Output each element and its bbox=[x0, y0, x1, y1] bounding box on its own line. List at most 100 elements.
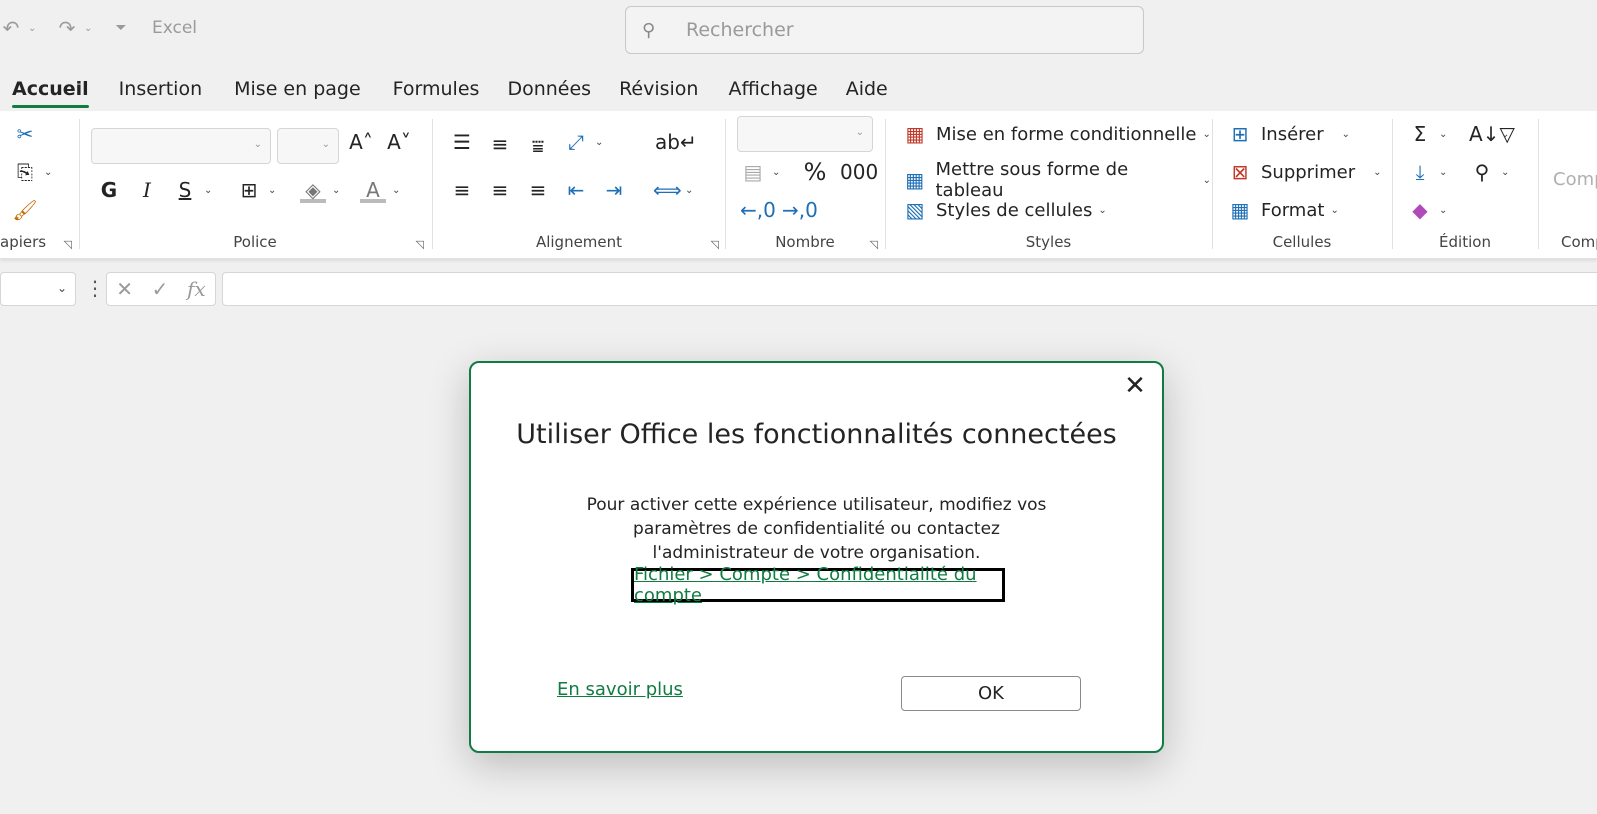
font-color-button[interactable]: A ⌄ bbox=[360, 177, 400, 203]
conditional-formatting-button[interactable]: ▦ Mise en forme conditionnelle ⌄ bbox=[902, 121, 1211, 147]
confirm-icon[interactable]: ✓ bbox=[152, 277, 169, 301]
align-right-icon: ≡ bbox=[529, 178, 547, 202]
align-top-button[interactable]: ☰ bbox=[449, 129, 475, 155]
align-middle-button[interactable]: ≡ bbox=[487, 131, 513, 157]
search-box[interactable]: ⚲ Rechercher bbox=[625, 6, 1144, 54]
privacy-settings-link[interactable]: Fichier > Compte > Confidentialité du co… bbox=[631, 564, 1005, 606]
dialog-launcher-icon[interactable]: ◹ bbox=[870, 238, 878, 251]
align-bottom-button[interactable]: ⩸ bbox=[525, 133, 551, 159]
close-icon[interactable]: ✕ bbox=[1120, 371, 1150, 401]
formula-input[interactable] bbox=[222, 272, 1597, 306]
insert-function-icon[interactable]: fx bbox=[187, 277, 206, 301]
format-as-table-button[interactable]: ▦ Mettre sous forme de tableau ⌄ bbox=[902, 159, 1211, 201]
chevron-down-icon: ⌄ bbox=[392, 184, 401, 196]
comp-button[interactable]: Comp bbox=[1553, 169, 1597, 190]
number-format-select[interactable]: ⌄ bbox=[737, 116, 873, 152]
cut-button[interactable]: ✂ bbox=[12, 121, 38, 147]
increase-indent-button[interactable]: ⇥ bbox=[601, 177, 627, 203]
redo-dropdown-chevron-icon[interactable]: ⌄ bbox=[84, 23, 96, 34]
increase-decimal-button[interactable]: ←,0 bbox=[740, 197, 776, 223]
autosum-button[interactable]: Σ ⌄ bbox=[1407, 121, 1448, 147]
undo-icon[interactable]: ↶ bbox=[0, 16, 22, 40]
merge-center-button[interactable]: ⟺ ⌄ bbox=[653, 177, 693, 203]
align-right-button[interactable]: ≡ bbox=[525, 177, 551, 203]
tab-aide[interactable]: Aide bbox=[834, 72, 900, 108]
format-as-table-label: Mettre sous forme de tableau bbox=[935, 159, 1129, 201]
tab-insertion[interactable]: Insertion bbox=[107, 72, 214, 108]
accounting-icon: ▤ bbox=[743, 160, 763, 184]
format-cells-label: Format bbox=[1261, 199, 1325, 221]
wrap-text-button[interactable]: ab↵ bbox=[655, 129, 697, 155]
dialog-launcher-icon[interactable]: ◹ bbox=[711, 238, 719, 251]
chevron-down-icon: ⌄ bbox=[855, 127, 864, 138]
fill-button[interactable]: ⤓ ⌄ bbox=[1407, 159, 1448, 185]
align-center-button[interactable]: ≡ bbox=[487, 177, 513, 203]
chevron-down-icon: ⌄ bbox=[772, 166, 781, 178]
format-cells-icon: ▦ bbox=[1230, 198, 1250, 222]
tab-donnees[interactable]: Données bbox=[495, 72, 603, 108]
delete-cells-button[interactable]: ⊠ Supprimer ⌄ bbox=[1227, 159, 1382, 185]
font-size-select[interactable]: ⌄ bbox=[277, 128, 339, 164]
merge-icon: ⟺ bbox=[653, 178, 682, 202]
chevron-down-icon: ⌄ bbox=[1098, 204, 1107, 216]
format-painter-button[interactable]: 🖌 bbox=[12, 197, 38, 223]
tab-formules[interactable]: Formules bbox=[381, 72, 492, 108]
orientation-button[interactable]: ⤢ ⌄ bbox=[563, 129, 603, 155]
comma-style-button[interactable]: 000 bbox=[840, 159, 878, 185]
group-alignment: ☰ ≡ ⩸ ⤢ ⌄ ab↵ ≡ ≡ ≡ ⇤ ⇥ ⟺ ⌄ Alignement ◹ bbox=[433, 111, 725, 259]
dialog-launcher-icon[interactable]: ◹ bbox=[416, 238, 424, 251]
group-label-comp: Comp bbox=[1561, 233, 1597, 251]
redo-icon[interactable]: ↷ bbox=[56, 16, 78, 40]
underline-button[interactable]: S ⌄ bbox=[172, 177, 213, 203]
clear-button[interactable]: ◆ ⌄ bbox=[1407, 197, 1447, 223]
chevron-down-icon: ⌄ bbox=[1439, 128, 1448, 140]
italic-button[interactable]: I bbox=[134, 177, 160, 203]
cell-styles-button[interactable]: ▧ Styles de cellules ⌄ bbox=[902, 197, 1107, 223]
chevron-down-icon: ⌄ bbox=[321, 139, 330, 150]
tab-mise-en-page[interactable]: Mise en page bbox=[222, 72, 373, 108]
align-middle-icon: ≡ bbox=[491, 132, 509, 156]
wrap-text-icon: ab↵ bbox=[655, 130, 697, 154]
decrease-font-button[interactable]: A˅ bbox=[386, 129, 412, 155]
cancel-icon[interactable]: ✕ bbox=[116, 277, 133, 301]
ok-button[interactable]: OK bbox=[901, 676, 1081, 711]
insert-cells-button[interactable]: ⊞ Insérer ⌄ bbox=[1227, 121, 1350, 147]
decrease-decimal-button[interactable]: →,0 bbox=[782, 197, 818, 223]
percent-style-button[interactable]: % bbox=[802, 159, 828, 185]
undo-dropdown-chevron-icon[interactable]: ⌄ bbox=[28, 23, 40, 34]
accounting-format-button[interactable]: ▤ ⌄ bbox=[740, 159, 781, 185]
dialog-launcher-icon[interactable]: ◹ bbox=[64, 238, 72, 251]
text-orientation-icon: ⤢ bbox=[568, 130, 584, 154]
find-select-button[interactable]: ⚲ ⌄ bbox=[1469, 159, 1510, 185]
bold-button[interactable]: G bbox=[96, 177, 122, 203]
align-left-icon: ≡ bbox=[453, 178, 471, 202]
decrease-indent-button[interactable]: ⇤ bbox=[563, 177, 589, 203]
find-icon: ⚲ bbox=[1474, 160, 1490, 184]
copy-button[interactable]: ⎘ ⌄ bbox=[12, 159, 52, 185]
more-options-icon[interactable]: ⋮ bbox=[85, 276, 105, 300]
align-left-button[interactable]: ≡ bbox=[449, 177, 475, 203]
tab-revision[interactable]: Révision bbox=[607, 72, 710, 108]
group-font: ⌄ ⌄ A˄ A˅ G I S ⌄ ⊞ ⌄ ◈ ⌄ A ⌄ Police ◹ bbox=[80, 111, 430, 259]
fill-color-button[interactable]: ◈ ⌄ bbox=[300, 177, 340, 203]
sort-filter-button[interactable]: A↓▽ ⌄ bbox=[1469, 121, 1515, 147]
delete-cells-label: Supprimer bbox=[1261, 161, 1356, 183]
borders-button[interactable]: ⊞ ⌄ bbox=[236, 177, 277, 203]
group-label-font: Police bbox=[233, 233, 277, 251]
chevron-down-icon: ⌄ bbox=[1330, 204, 1339, 216]
chevron-down-icon: ⌄ bbox=[44, 166, 53, 178]
increase-font-button[interactable]: A˄ bbox=[348, 129, 374, 155]
tab-accueil[interactable]: Accueil bbox=[0, 72, 101, 108]
learn-more-link[interactable]: En savoir plus bbox=[557, 679, 683, 700]
customize-qat-icon[interactable]: ⏷ bbox=[110, 16, 132, 40]
ribbon-tabs: Accueil Insertion Mise en page Formules … bbox=[0, 72, 900, 108]
font-family-select[interactable]: ⌄ bbox=[91, 128, 271, 164]
chevron-down-icon: ⌄ bbox=[1341, 128, 1351, 140]
borders-icon: ⊞ bbox=[240, 178, 258, 202]
chevron-down-icon: ⌄ bbox=[1373, 166, 1382, 178]
name-box[interactable]: ⌄ bbox=[0, 272, 76, 306]
tab-affichage[interactable]: Affichage bbox=[716, 72, 829, 108]
chevron-down-icon: ⌄ bbox=[595, 136, 604, 148]
privacy-settings-link-text: Fichier > Compte > Confidentialité du co… bbox=[634, 564, 977, 606]
format-cells-button[interactable]: ▦ Format ⌄ bbox=[1227, 197, 1339, 223]
